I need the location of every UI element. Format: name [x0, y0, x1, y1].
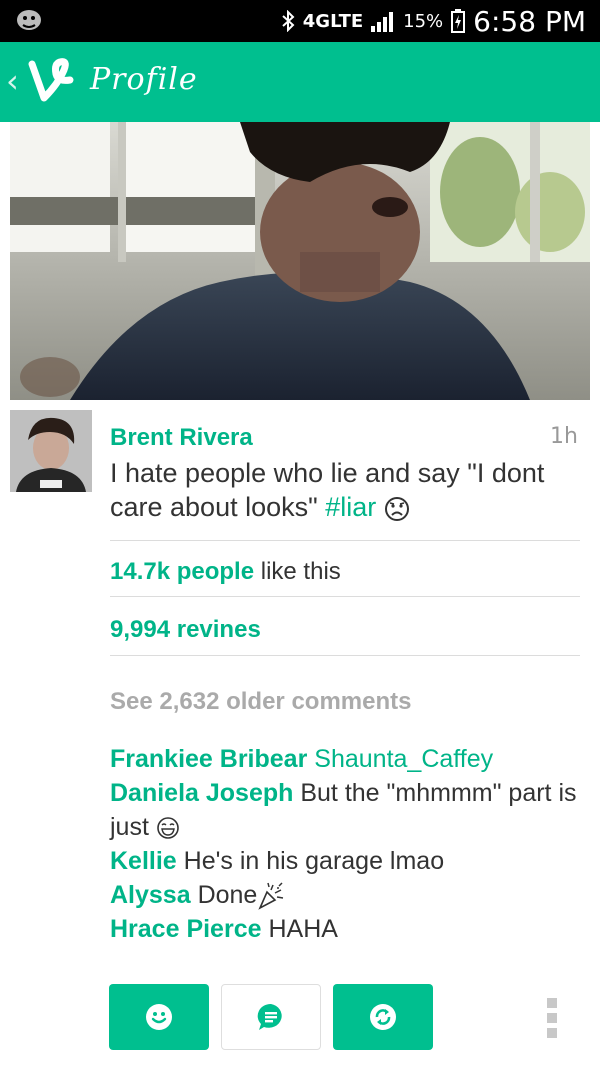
video-player[interactable]: [10, 122, 590, 400]
more-options-icon[interactable]: [545, 998, 559, 1038]
page-title: Profile: [90, 62, 198, 97]
comment-item: Hrace Pierce HAHA: [110, 912, 580, 946]
back-button[interactable]: ‹: [6, 62, 19, 100]
like-button[interactable]: [109, 984, 209, 1050]
clock: 6:58 PM: [473, 4, 586, 38]
author-avatar[interactable]: [10, 410, 92, 492]
revines-count[interactable]: 9,994 revines: [110, 616, 261, 644]
comment-author[interactable]: Frankiee Bribear: [110, 745, 307, 773]
signal-icon: [371, 12, 394, 32]
laughing-face-icon: [157, 817, 179, 840]
vine-logo-icon[interactable]: [26, 54, 80, 108]
battery-charging-icon: [451, 9, 466, 33]
comment-author[interactable]: Kellie: [110, 847, 177, 875]
app-bar: ‹ Profile: [0, 42, 600, 122]
comment-author[interactable]: Hrace Pierce: [110, 915, 262, 943]
hashtag-link[interactable]: #liar: [325, 492, 376, 522]
comment-icon: [257, 1003, 282, 1030]
notification-app-icon: [17, 10, 41, 30]
comment-author[interactable]: Alyssa: [110, 881, 191, 909]
likes-suffix: like this: [254, 558, 341, 585]
comment-item: Alyssa Done: [110, 878, 580, 912]
comment-text: HAHA: [261, 915, 338, 943]
battery-percent: 15%: [403, 10, 444, 32]
comment-button[interactable]: [221, 984, 321, 1050]
bluetooth-icon: [282, 10, 295, 32]
comment-text: He's in his garage lmao: [176, 847, 445, 875]
comment-text: Done: [190, 881, 258, 909]
network-type: 4GLTE: [302, 10, 364, 32]
party-popper-icon: [258, 882, 284, 911]
comment-item: Kellie He's in his garage lmao: [110, 844, 580, 878]
frowning-face-icon: [384, 496, 409, 521]
author-name[interactable]: Brent Rivera: [110, 424, 253, 452]
divider: [110, 540, 580, 541]
avatar-image: [10, 410, 92, 492]
smiley-icon: [146, 1004, 172, 1030]
comment-mention[interactable]: Shaunta_Caffey: [314, 745, 493, 773]
likes-count[interactable]: 14.7k people: [110, 558, 254, 585]
revine-button[interactable]: [333, 984, 433, 1050]
comment-item: Daniela Joseph But the "mhmmm" part is j…: [110, 776, 580, 844]
comments-list: Frankiee Bribear Shaunta_Caffey Daniela …: [110, 742, 580, 946]
divider: [110, 596, 580, 597]
comment-author[interactable]: Daniela Joseph: [110, 779, 293, 807]
divider: [110, 655, 580, 656]
video-frame: [10, 122, 590, 400]
revine-icon: [370, 1004, 396, 1030]
likes-row[interactable]: 14.7k people like this: [110, 558, 341, 586]
comment-item: Frankiee Bribear Shaunta_Caffey: [110, 742, 580, 776]
status-bar: 4GLTE 15% 6:58 PM: [0, 0, 600, 42]
see-older-comments-link[interactable]: See 2,632 older comments: [110, 688, 411, 716]
post-time: 1h: [550, 424, 578, 449]
post-caption: I hate people who lie and say "I dont ca…: [110, 456, 570, 524]
